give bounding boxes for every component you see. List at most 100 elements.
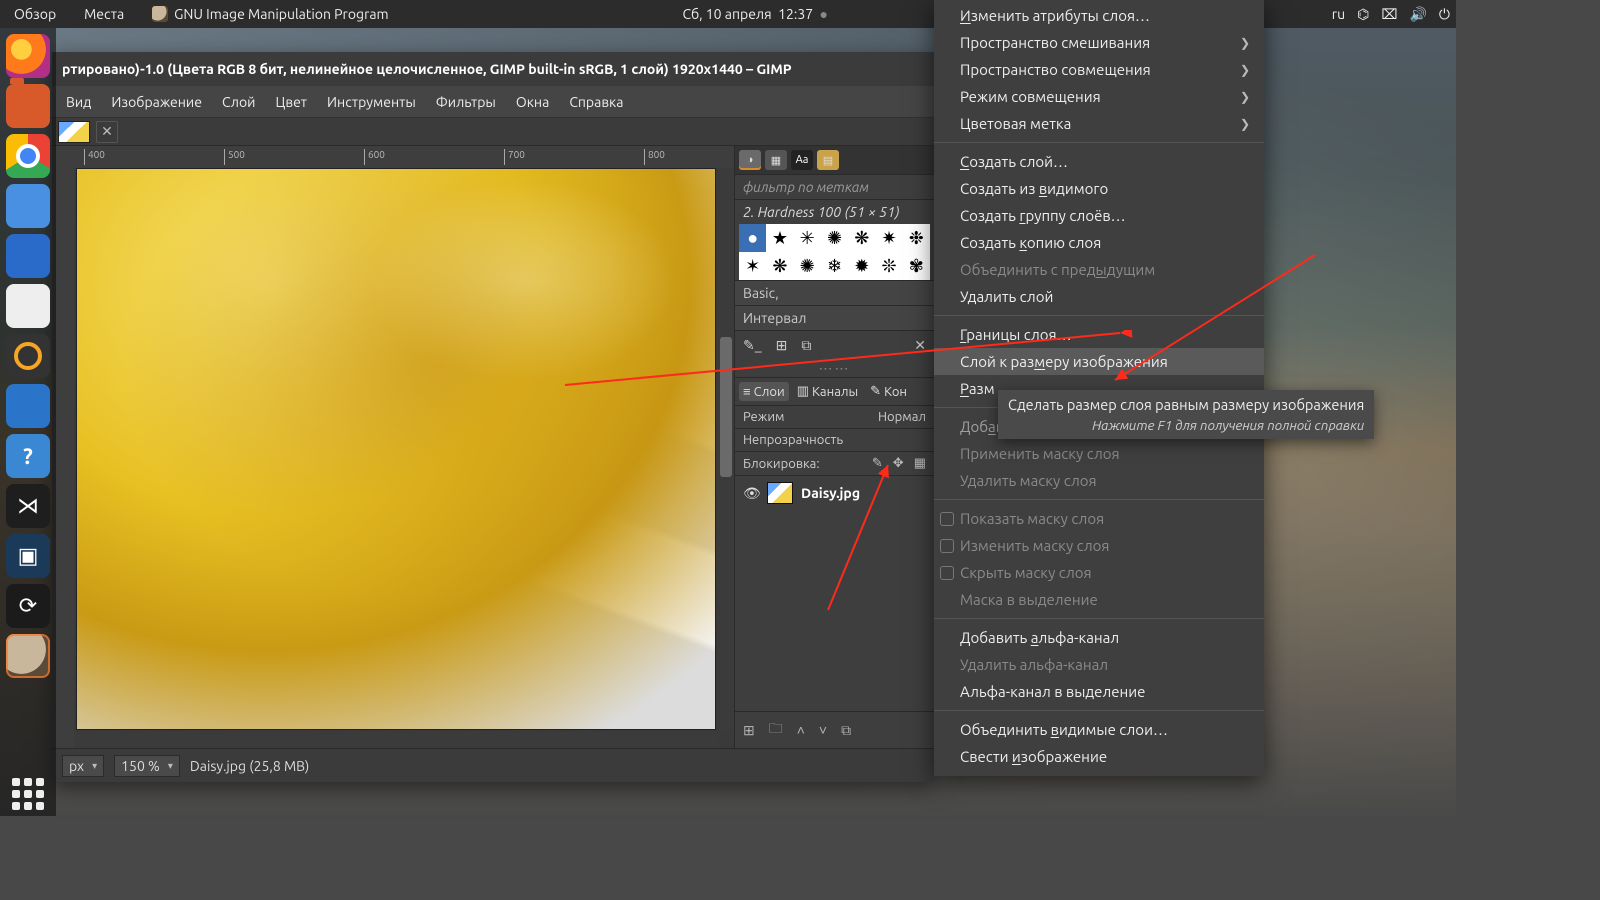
lock-position-icon[interactable]: ✥ bbox=[893, 456, 904, 471]
dock-thunderbird[interactable] bbox=[6, 234, 50, 278]
network-icon[interactable]: ⌬ bbox=[1351, 6, 1375, 23]
context-menu-item[interactable]: Режим совмещения❯ bbox=[934, 83, 1264, 110]
context-menu-item[interactable]: Пространство смешивания❯ bbox=[934, 29, 1264, 56]
dock-help[interactable]: ? bbox=[6, 434, 50, 478]
layer-item[interactable]: 👁 Daisy.jpg bbox=[741, 480, 928, 506]
context-menu-item[interactable]: Границы слоя… bbox=[934, 321, 1264, 348]
brush-item[interactable]: ✺ bbox=[821, 224, 848, 252]
layer-mode-row[interactable]: Режим Нормал bbox=[735, 405, 934, 428]
brush-filter-input[interactable]: фильтр по меткам bbox=[735, 174, 934, 200]
layer-visibility-icon[interactable]: 👁 bbox=[743, 485, 759, 502]
lock-pixels-icon[interactable]: ✎ bbox=[872, 456, 883, 471]
layer-list[interactable]: 👁 Daisy.jpg bbox=[735, 475, 934, 711]
context-menu-item[interactable]: Создать из видимого bbox=[934, 175, 1264, 202]
dock-vscode[interactable]: ⋊ bbox=[6, 484, 50, 528]
brush-edit-icon[interactable]: ✎_ bbox=[743, 337, 762, 354]
bluetooth-icon[interactable]: ⌧ bbox=[1375, 6, 1403, 23]
layer-name[interactable]: Daisy.jpg bbox=[801, 485, 860, 501]
dock-drag-handle[interactable]: ⋯⋯ bbox=[735, 360, 934, 377]
dock-files-folder[interactable] bbox=[6, 84, 50, 128]
brush-item[interactable]: ✺ bbox=[794, 252, 821, 280]
context-menu-item[interactable]: Удалить слой bbox=[934, 283, 1264, 310]
brush-interval-field[interactable] bbox=[743, 310, 926, 326]
dock-chromium[interactable] bbox=[6, 184, 50, 228]
brush-item[interactable]: ✹ bbox=[848, 252, 875, 280]
scrollbar-thumb[interactable] bbox=[720, 337, 732, 478]
dock-remote[interactable]: ⟳ bbox=[6, 584, 50, 628]
brush-item[interactable]: ❋ bbox=[848, 224, 875, 252]
dock-virtualbox[interactable]: ▣ bbox=[6, 534, 50, 578]
power-icon[interactable]: ⏻ bbox=[1433, 6, 1456, 23]
layer-down-icon[interactable]: ˅ bbox=[819, 722, 827, 738]
brush-item[interactable]: ✷ bbox=[875, 224, 902, 252]
dock-rhythmbox[interactable] bbox=[6, 334, 50, 378]
dock-gimp[interactable] bbox=[6, 634, 50, 678]
context-menu-item[interactable]: Свести изображение bbox=[934, 743, 1264, 770]
dock-firefox[interactable] bbox=[6, 34, 50, 78]
menu-tools[interactable]: Инструменты bbox=[319, 90, 424, 114]
brush-delete-icon[interactable]: ✕ bbox=[914, 337, 926, 354]
layer-opacity-row[interactable]: Непрозрачность bbox=[735, 428, 934, 451]
context-menu-item[interactable]: Цветовая метка❯ bbox=[934, 110, 1264, 137]
layer-group-icon[interactable]: 🗀 bbox=[769, 718, 783, 742]
layer-new-icon[interactable]: ⊞ bbox=[743, 722, 755, 739]
tab-layers[interactable]: ≡Слои bbox=[739, 382, 789, 401]
brush-item[interactable]: ❄ bbox=[821, 252, 848, 280]
context-menu-item[interactable]: Изменить атрибуты слоя… bbox=[934, 2, 1264, 29]
brush-item[interactable]: ● bbox=[739, 224, 766, 252]
brush-item[interactable]: ✳ bbox=[794, 224, 821, 252]
brush-item[interactable]: ✶ bbox=[739, 252, 766, 280]
volume-icon[interactable]: 🔊 bbox=[1403, 6, 1432, 23]
menu-filters[interactable]: Фильтры bbox=[428, 90, 504, 114]
context-menu-item[interactable]: Альфа-канал в выделение bbox=[934, 678, 1264, 705]
scrollbar-vertical[interactable] bbox=[718, 168, 734, 730]
dock-nautilus[interactable] bbox=[6, 284, 50, 328]
layer-up-icon[interactable]: ˄ bbox=[797, 722, 805, 738]
scrollbar-horizontal[interactable] bbox=[74, 732, 718, 748]
lock-alpha-icon[interactable]: ▦ bbox=[914, 456, 926, 471]
context-menu-item[interactable]: Добавить альфа-канал bbox=[934, 624, 1264, 651]
menu-layer[interactable]: Слой bbox=[214, 90, 264, 114]
context-menu-item[interactable]: Слой к размеру изображения bbox=[934, 348, 1264, 375]
layer-thumbnail[interactable] bbox=[767, 482, 793, 504]
tab-brushes[interactable]: ◑ bbox=[739, 150, 761, 170]
brush-item[interactable]: ❊ bbox=[875, 252, 902, 280]
dock-libreoffice-writer[interactable] bbox=[6, 384, 50, 428]
canvas-area[interactable] bbox=[74, 168, 734, 748]
tab-paths[interactable]: ✎Кон bbox=[866, 382, 911, 401]
panel-lang[interactable]: ru bbox=[1326, 6, 1351, 22]
panel-active-app[interactable]: GNU Image Manipulation Program bbox=[138, 0, 403, 28]
menu-windows[interactable]: Окна bbox=[508, 90, 557, 114]
panel-places[interactable]: Места bbox=[70, 0, 138, 28]
status-unit-select[interactable]: px▾ bbox=[62, 755, 104, 777]
image-tab-close[interactable]: ✕ bbox=[96, 121, 118, 143]
brush-item[interactable]: ★ bbox=[766, 224, 793, 252]
brush-interval-input[interactable] bbox=[735, 305, 934, 330]
brush-duplicate-icon[interactable]: ⧉ bbox=[801, 337, 811, 354]
tab-history[interactable]: ▤ bbox=[817, 150, 839, 170]
image-tab-thumb[interactable] bbox=[58, 121, 90, 143]
context-menu-item[interactable]: Пространство совмещения❯ bbox=[934, 56, 1264, 83]
menu-image[interactable]: Изображение bbox=[103, 90, 210, 114]
context-menu-item[interactable]: Объединить видимые слои… bbox=[934, 716, 1264, 743]
brush-item[interactable]: ✾ bbox=[903, 252, 930, 280]
brush-item[interactable]: ❉ bbox=[903, 224, 930, 252]
panel-clock[interactable]: Сб, 10 апреля 12:37 ● bbox=[668, 0, 842, 28]
panel-activities[interactable]: Обзор bbox=[0, 0, 70, 28]
context-menu-item[interactable]: Создать копию слоя bbox=[934, 229, 1264, 256]
dock-apps-button[interactable] bbox=[6, 772, 50, 816]
brush-item[interactable]: ❋ bbox=[766, 252, 793, 280]
brush-new-icon[interactable]: ⊞ bbox=[776, 337, 788, 354]
menu-view[interactable]: Вид bbox=[58, 90, 99, 114]
status-zoom-select[interactable]: 150 %▾ bbox=[114, 755, 180, 777]
tab-patterns[interactable]: ▦ bbox=[765, 150, 787, 170]
context-menu-item[interactable]: Создать слой… bbox=[934, 148, 1264, 175]
layer-duplicate-icon[interactable]: ⧉ bbox=[841, 722, 851, 739]
menu-help[interactable]: Справка bbox=[561, 90, 631, 114]
canvas[interactable] bbox=[76, 168, 716, 730]
menu-color[interactable]: Цвет bbox=[267, 90, 315, 114]
tab-channels[interactable]: ▥Каналы bbox=[793, 382, 862, 401]
brush-grid[interactable]: ● ★ ✳ ✺ ❋ ✷ ❉ ✶ ❋ ✺ ❄ ✹ ❊ ✾ bbox=[739, 224, 930, 280]
context-menu-item[interactable]: Создать группу слоёв… bbox=[934, 202, 1264, 229]
ruler-horizontal[interactable]: 400 500 600 700 800 bbox=[74, 146, 734, 168]
